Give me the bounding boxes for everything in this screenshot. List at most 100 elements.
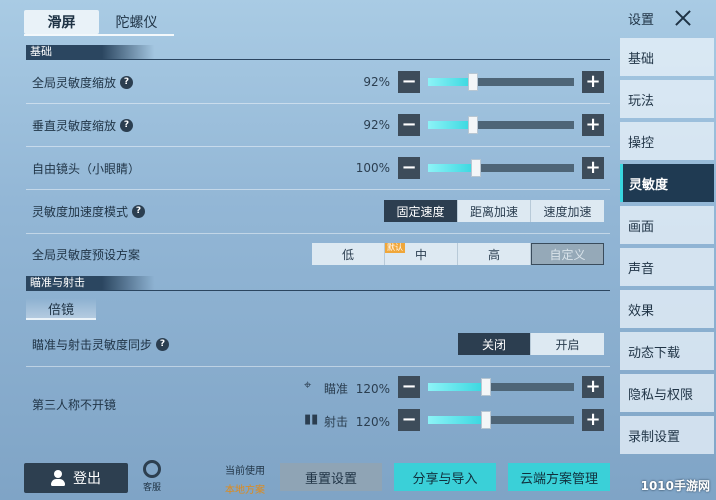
help-icon[interactable]: ? (120, 118, 134, 132)
global-scale-value: 92% (363, 75, 390, 89)
preset-custom-option[interactable]: 自定义 (531, 243, 604, 265)
slider-thumb[interactable] (468, 73, 478, 91)
sidebar-header: 设置 (618, 0, 716, 36)
sidebar-item-graphics[interactable]: 画面 (620, 206, 714, 244)
default-badge: 默认 (385, 243, 405, 253)
slider-fill (428, 78, 473, 86)
vertical-scale-label: 垂直灵敏度缩放 ? (32, 105, 134, 145)
third-person-label: 第三人称不开镜 (32, 368, 116, 440)
accel-mode-segmented: 固定速度 距离加速 速度加速 (384, 200, 604, 222)
global-scale-minus-button[interactable]: − (398, 71, 420, 93)
headset-icon (143, 460, 161, 478)
divider (26, 103, 610, 104)
free-lens-minus-button[interactable]: − (398, 157, 420, 179)
aim-plus-button[interactable]: + (582, 376, 604, 398)
sidebar-title: 设置 (628, 12, 655, 28)
current-scheme-name: 本地方案 (225, 485, 265, 496)
cloud-scheme-button[interactable]: 云端方案管理 (508, 463, 610, 491)
tab-swipe[interactable]: 滑屏 (24, 10, 99, 34)
free-lens-label: 自由镜头（小眼睛） (32, 148, 140, 188)
fire-slider[interactable] (428, 411, 574, 429)
free-lens-plus-button[interactable]: + (582, 157, 604, 179)
divider (26, 189, 610, 190)
accel-mode-label: 灵敏度加速度模式 ? (32, 191, 146, 231)
sidebar-item-sensitivity[interactable]: 灵敏度 (620, 164, 714, 202)
vertical-scale-minus-button[interactable]: − (398, 114, 420, 136)
aim-label: 瞄准 (324, 382, 349, 396)
third-person-aim-value: 瞄准 120% (324, 380, 390, 397)
accel-speed-option[interactable]: 速度加速 (531, 200, 604, 222)
section-title-aim: 瞄准与射击 (30, 276, 85, 289)
section-title-basic: 基础 (30, 45, 52, 58)
right-sidebar: 设置 基础 玩法 操控 灵敏度 画面 声音 效果 动态下载 隐私与权限 录制设置 (618, 0, 716, 500)
third-person-label-text: 第三人称不开镜 (32, 397, 117, 412)
help-icon[interactable]: ? (156, 337, 170, 351)
sidebar-item-recording[interactable]: 录制设置 (620, 416, 714, 454)
person-icon (51, 470, 65, 486)
global-scale-label-text: 全局灵敏度缩放 (32, 75, 117, 90)
aim-minus-button[interactable]: − (398, 376, 420, 398)
preset-low-option[interactable]: 低 (312, 243, 385, 265)
aim-slider[interactable] (428, 378, 574, 396)
sync-segmented: 关闭 开启 (458, 333, 604, 355)
row-free-lens: 自由镜头（小眼睛） 100% − + (26, 148, 610, 188)
help-icon[interactable]: ? (132, 204, 146, 218)
sync-on-option[interactable]: 开启 (531, 333, 604, 355)
accel-distance-option[interactable]: 距离加速 (458, 200, 531, 222)
aim-value: 120% (355, 382, 390, 396)
global-scale-label: 全局灵敏度缩放 ? (32, 62, 134, 102)
row-third-person: 第三人称不开镜 ⌖ 瞄准 120% − + ▮▮ 射击 120% − + (26, 368, 610, 440)
crosshair-icon: ⌖ (304, 378, 312, 393)
sidebar-item-gameplay[interactable]: 玩法 (620, 80, 714, 118)
slider-fill (428, 121, 473, 129)
sidebar-item-sound[interactable]: 声音 (620, 248, 714, 286)
sidebar-item-privacy[interactable]: 隐私与权限 (620, 374, 714, 412)
vertical-scale-plus-button[interactable]: + (582, 114, 604, 136)
preset-high-option[interactable]: 高 (458, 243, 531, 265)
sidebar-item-basic[interactable]: 基础 (620, 38, 714, 76)
help-icon[interactable]: ? (120, 75, 134, 89)
logout-button[interactable]: 登出 (24, 463, 128, 493)
logout-label: 登出 (73, 471, 101, 487)
slider-thumb[interactable] (481, 411, 491, 429)
close-icon[interactable] (674, 9, 692, 27)
vertical-scale-slider[interactable] (428, 116, 574, 134)
sidebar-item-controls[interactable]: 操控 (620, 122, 714, 160)
current-label: 当前使用 (225, 466, 265, 477)
sync-label-text: 瞄准与射击灵敏度同步 (32, 337, 153, 352)
sidebar-item-dynamic-download[interactable]: 动态下载 (620, 332, 714, 370)
sync-off-option[interactable]: 关闭 (458, 333, 531, 355)
global-scale-plus-button[interactable]: + (582, 71, 604, 93)
fire-minus-button[interactable]: − (398, 409, 420, 431)
preset-label-text: 全局灵敏度预设方案 (32, 247, 141, 262)
preset-label: 全局灵敏度预设方案 (32, 234, 140, 274)
row-preset: 全局灵敏度预设方案 低 默认 中 高 自定义 (26, 234, 610, 274)
sidebar-item-effects[interactable]: 效果 (620, 290, 714, 328)
fire-plus-button[interactable]: + (582, 409, 604, 431)
vertical-scale-value: 92% (363, 118, 390, 132)
fire-value: 120% (355, 415, 390, 429)
global-scale-slider[interactable] (428, 73, 574, 91)
divider (26, 146, 610, 147)
slider-fill (428, 164, 476, 172)
accel-fixed-option[interactable]: 固定速度 (384, 200, 458, 222)
top-tab-bar: 滑屏 陀螺仪 (24, 10, 174, 36)
preset-mid-option[interactable]: 默认 中 (385, 243, 458, 265)
customer-service-button[interactable]: 客服 (138, 460, 166, 496)
third-person-fire-value: 射击 120% (324, 413, 390, 430)
slider-thumb[interactable] (471, 159, 481, 177)
bullet-icon: ▮▮ (304, 412, 319, 427)
tab-gyroscope[interactable]: 陀螺仪 (99, 10, 174, 34)
reset-button[interactable]: 重置设置 (280, 463, 382, 491)
share-import-button[interactable]: 分享与导入 (394, 463, 496, 491)
tab-underline (24, 34, 174, 36)
divider (26, 366, 610, 367)
accel-mode-label-text: 灵敏度加速度模式 (32, 204, 129, 219)
scope-subheader[interactable]: 倍镜 (26, 298, 96, 320)
free-lens-slider[interactable] (428, 159, 574, 177)
slider-thumb[interactable] (468, 116, 478, 134)
bottom-bar: 登出 客服 当前使用 本地方案 重置设置 分享与导入 云端方案管理 (24, 458, 618, 500)
sync-label: 瞄准与射击灵敏度同步 ? (32, 324, 170, 364)
preset-segmented: 低 默认 中 高 自定义 (312, 243, 604, 265)
slider-thumb[interactable] (481, 378, 491, 396)
